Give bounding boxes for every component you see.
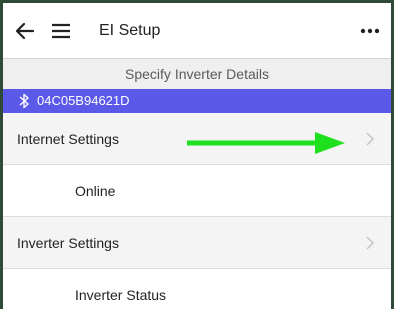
top-app-bar: EI Setup <box>3 3 391 59</box>
row-inverter-settings[interactable]: Inverter Settings <box>3 217 391 269</box>
row-label: Internet Settings <box>17 131 119 147</box>
row-label: Online <box>75 183 116 199</box>
chevron-right-icon <box>366 236 375 250</box>
section-subheader: Specify Inverter Details <box>3 59 391 89</box>
row-online[interactable]: Online <box>3 165 391 217</box>
hamburger-menu-icon <box>52 23 70 39</box>
green-arrow-right-icon <box>187 132 345 154</box>
more-horizontal-icon <box>360 28 380 34</box>
more-options-button[interactable] <box>357 19 383 43</box>
row-inverter-status[interactable]: Inverter Status <box>3 269 391 309</box>
device-id: 04C05B94621D <box>37 93 130 108</box>
device-bar: 04C05B94621D <box>3 89 391 113</box>
row-label: Inverter Status <box>75 287 167 303</box>
chevron-right-icon <box>366 132 375 146</box>
row-label: Inverter Settings <box>17 235 119 251</box>
app-window: EI Setup Specify Inverter Details 04C05B… <box>0 0 394 309</box>
page-title: EI Setup <box>99 22 161 39</box>
menu-button[interactable] <box>49 19 73 43</box>
bluetooth-icon <box>19 93 29 109</box>
back-button[interactable] <box>13 19 37 43</box>
arrow-left-icon <box>15 22 35 40</box>
